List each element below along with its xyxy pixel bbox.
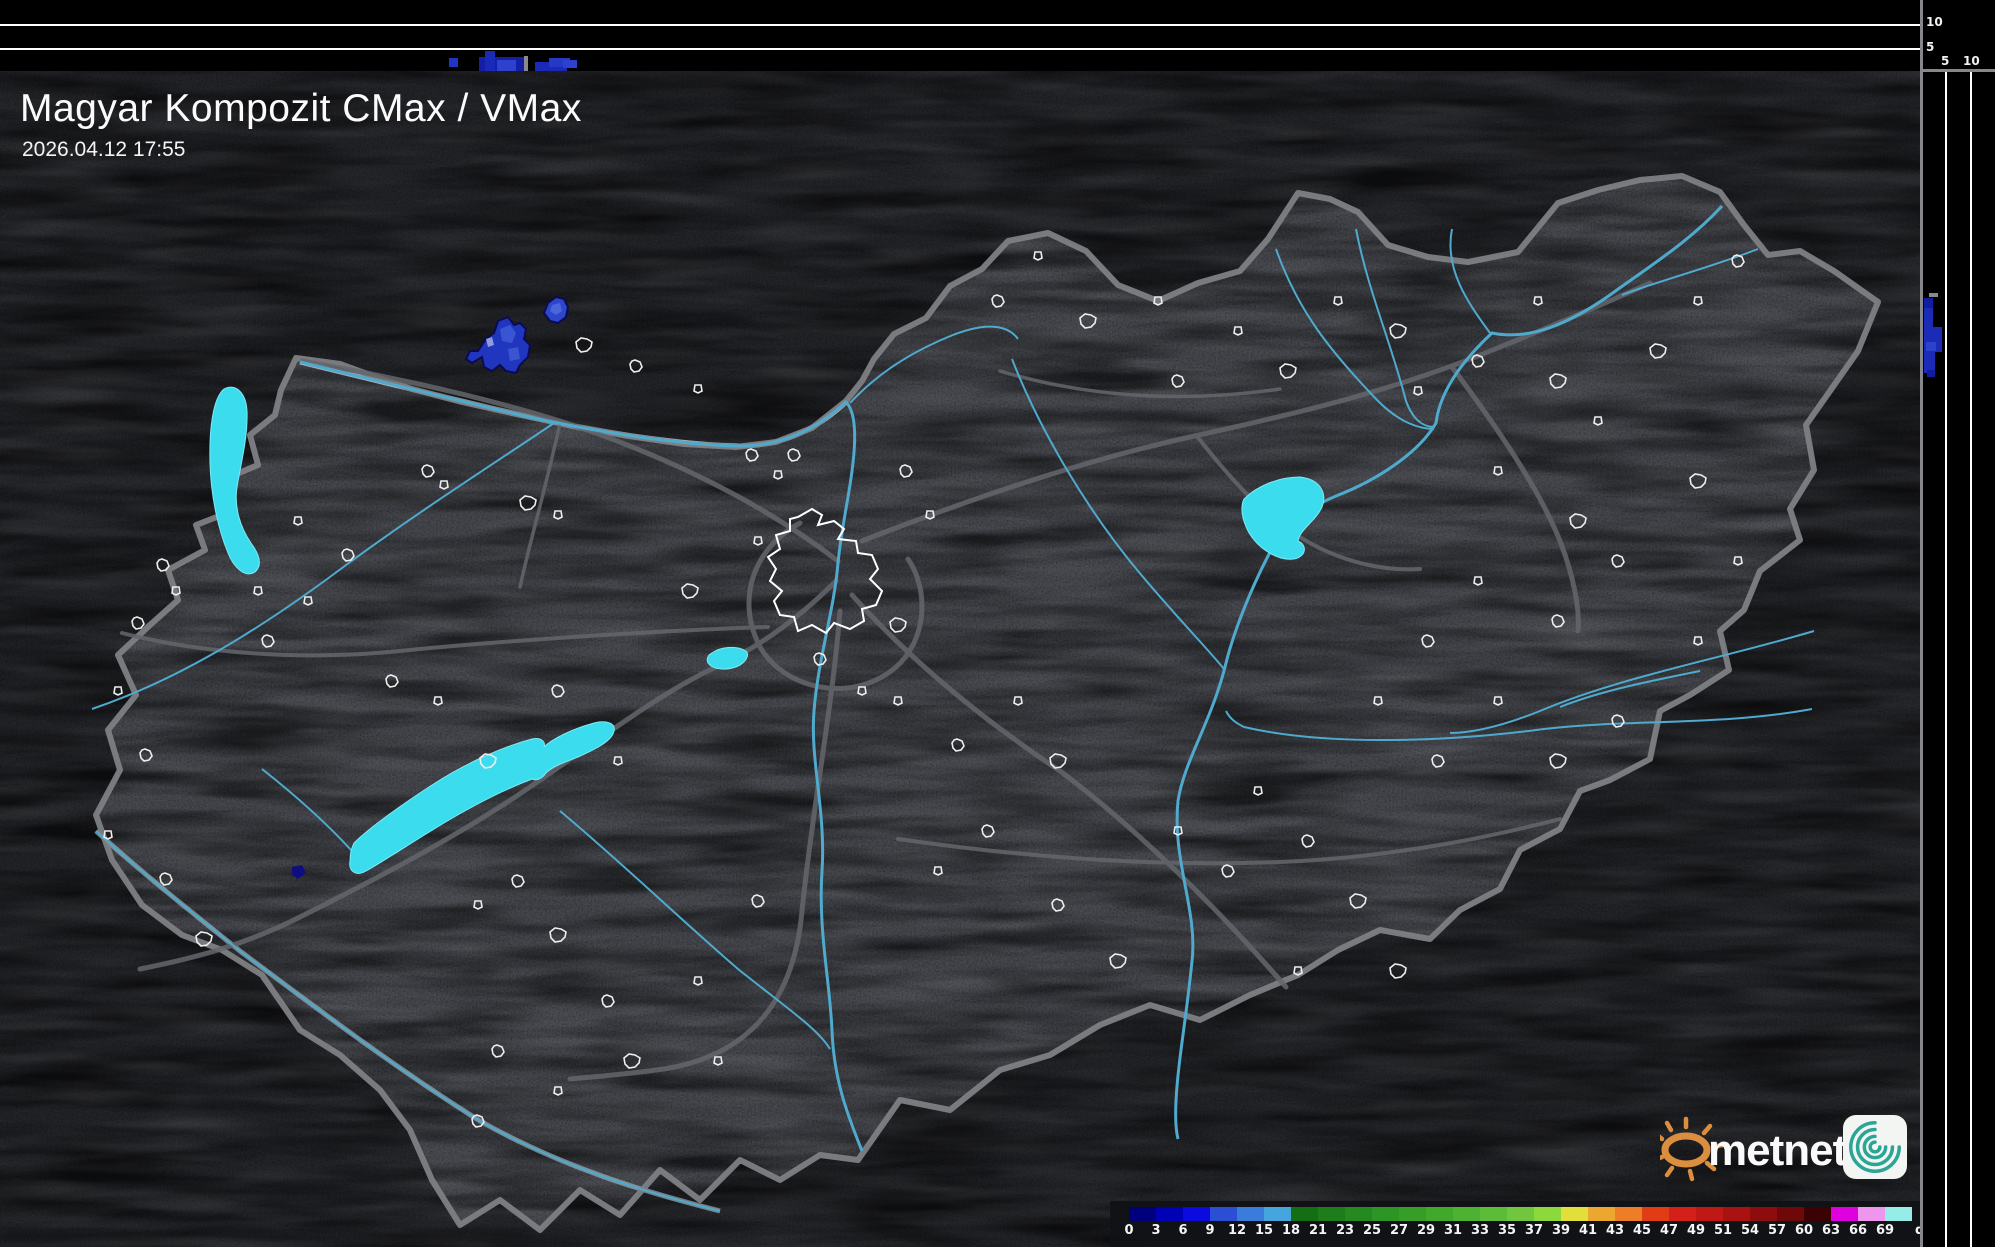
colorbar-segment [1129,1207,1156,1221]
colorbar-tick-label: 63 [1822,1223,1840,1238]
top-echo-block [563,60,577,68]
right-echo-block [1924,298,1933,308]
colorbar-segment [1318,1207,1345,1221]
right-echo-block [1927,370,1935,377]
colorbar-tick-label: 25 [1363,1223,1381,1238]
colorbar-tick-label: 69 [1876,1223,1894,1238]
colorbar-tick-label: 35 [1498,1223,1516,1238]
colorbar-segment [1885,1207,1912,1221]
haxis-label-10: 10 [1963,54,1980,68]
top-echo-block [449,58,458,67]
colorbar-tick-label: 66 [1849,1223,1867,1238]
spiral-icon [1843,1115,1907,1179]
colorbar-tick-label: 37 [1525,1223,1543,1238]
colorbar-tick-label: 0 [1124,1223,1133,1238]
colorbar-segment [1750,1207,1777,1221]
colorbar-tick-label: 23 [1336,1223,1354,1238]
colorbar-tick-label: 54 [1741,1223,1759,1238]
colorbar-tick-label: 21 [1309,1223,1327,1238]
colorbar-segment [1291,1207,1318,1221]
colorbar-segment [1453,1207,1480,1221]
colorbar-segment [1723,1207,1750,1221]
colorbar-tick-label: 51 [1714,1223,1732,1238]
colorbar-tick-label: 43 [1606,1223,1624,1238]
metnet-logo-text: metnet [1708,1126,1845,1175]
profile-corner-line [1920,69,1995,72]
colorbar-segment [1804,1207,1831,1221]
radar-composite-screen: 10 5 5 10 [0,0,1995,1247]
colorbar-band [1129,1207,1912,1221]
colorbar-segment [1561,1207,1588,1221]
top-profile-tick [524,56,528,71]
colorbar-segment [1588,1207,1615,1221]
colorbar-segment [1210,1207,1237,1221]
colorbar-segment [1696,1207,1723,1221]
metnet-logo-graphic: metnet [1660,1113,1845,1185]
hungary-basemap [0,71,1920,1247]
colorbar-tick-label: 27 [1390,1223,1408,1238]
colorbar-tick-label: 3 [1151,1223,1160,1238]
metnet-logo: metnet [1660,1113,1845,1185]
colorbar-tick-label: 49 [1687,1223,1705,1238]
top-echo-block [485,51,495,71]
top-profile-strip [0,0,1920,71]
haxis-label-5: 5 [1941,54,1949,68]
colorbar-segment [1642,1207,1669,1221]
colorbar-segment [1264,1207,1291,1221]
top-echo-block [497,60,516,71]
right-echo-block [1926,342,1936,351]
top-gridline-5km [0,48,1920,50]
colorbar-segment [1534,1207,1561,1221]
colorbar-segment [1183,1207,1210,1221]
right-gridline-5km [1945,72,1947,1247]
colorbar: 0369121518212325272931333537394143454749… [1110,1201,1920,1247]
product-title: Magyar Kompozit CMax / VMax [20,87,582,131]
colorbar-tick-label: 57 [1768,1223,1786,1238]
colorbar-segment [1831,1207,1858,1221]
right-profile-tick [1929,293,1938,297]
colorbar-tick-label: 31 [1444,1223,1462,1238]
colorbar-segment [1615,1207,1642,1221]
colorbar-segment [1858,1207,1885,1221]
colorbar-segment [1345,1207,1372,1221]
right-profile-strip: 10 5 5 10 [1920,0,1995,1247]
colorbar-segment [1669,1207,1696,1221]
colorbar-tick-label: 60 [1795,1223,1813,1238]
colorbar-tick-label: 15 [1255,1223,1273,1238]
metnet-app-icon [1843,1115,1907,1179]
colorbar-tick-label: 9 [1205,1223,1214,1238]
colorbar-segment [1777,1207,1804,1221]
colorbar-tick-label: 6 [1178,1223,1187,1238]
colorbar-unit: dBZ [1915,1223,1920,1238]
top-gridline-10km [0,24,1920,26]
radar-map: Magyar Kompozit CMax / VMax 2026.04.12 1… [0,71,1920,1247]
right-gridline-10km [1970,72,1972,1247]
product-timestamp: 2026.04.12 17:55 [22,138,186,162]
hillshade-light [0,71,1920,1247]
colorbar-segment [1480,1207,1507,1221]
colorbar-segment [1372,1207,1399,1221]
vaxis-label-5: 5 [1926,40,1934,54]
colorbar-tick-label: 47 [1660,1223,1678,1238]
colorbar-ticks: 0369121518212325272931333537394143454749… [1129,1223,1919,1241]
echo-cell-core [508,347,520,361]
colorbar-tick-label: 12 [1228,1223,1246,1238]
colorbar-tick-label: 33 [1471,1223,1489,1238]
colorbar-segment [1237,1207,1264,1221]
colorbar-tick-label: 18 [1282,1223,1300,1238]
colorbar-segment [1507,1207,1534,1221]
vaxis-label-10: 10 [1926,15,1943,29]
colorbar-tick-label: 39 [1552,1223,1570,1238]
colorbar-segment [1399,1207,1426,1221]
colorbar-tick-label: 41 [1579,1223,1597,1238]
colorbar-segment [1156,1207,1183,1221]
colorbar-segment [1426,1207,1453,1221]
profile-separator-line [1920,0,1923,1247]
colorbar-tick-label: 29 [1417,1223,1435,1238]
colorbar-tick-label: 45 [1633,1223,1651,1238]
